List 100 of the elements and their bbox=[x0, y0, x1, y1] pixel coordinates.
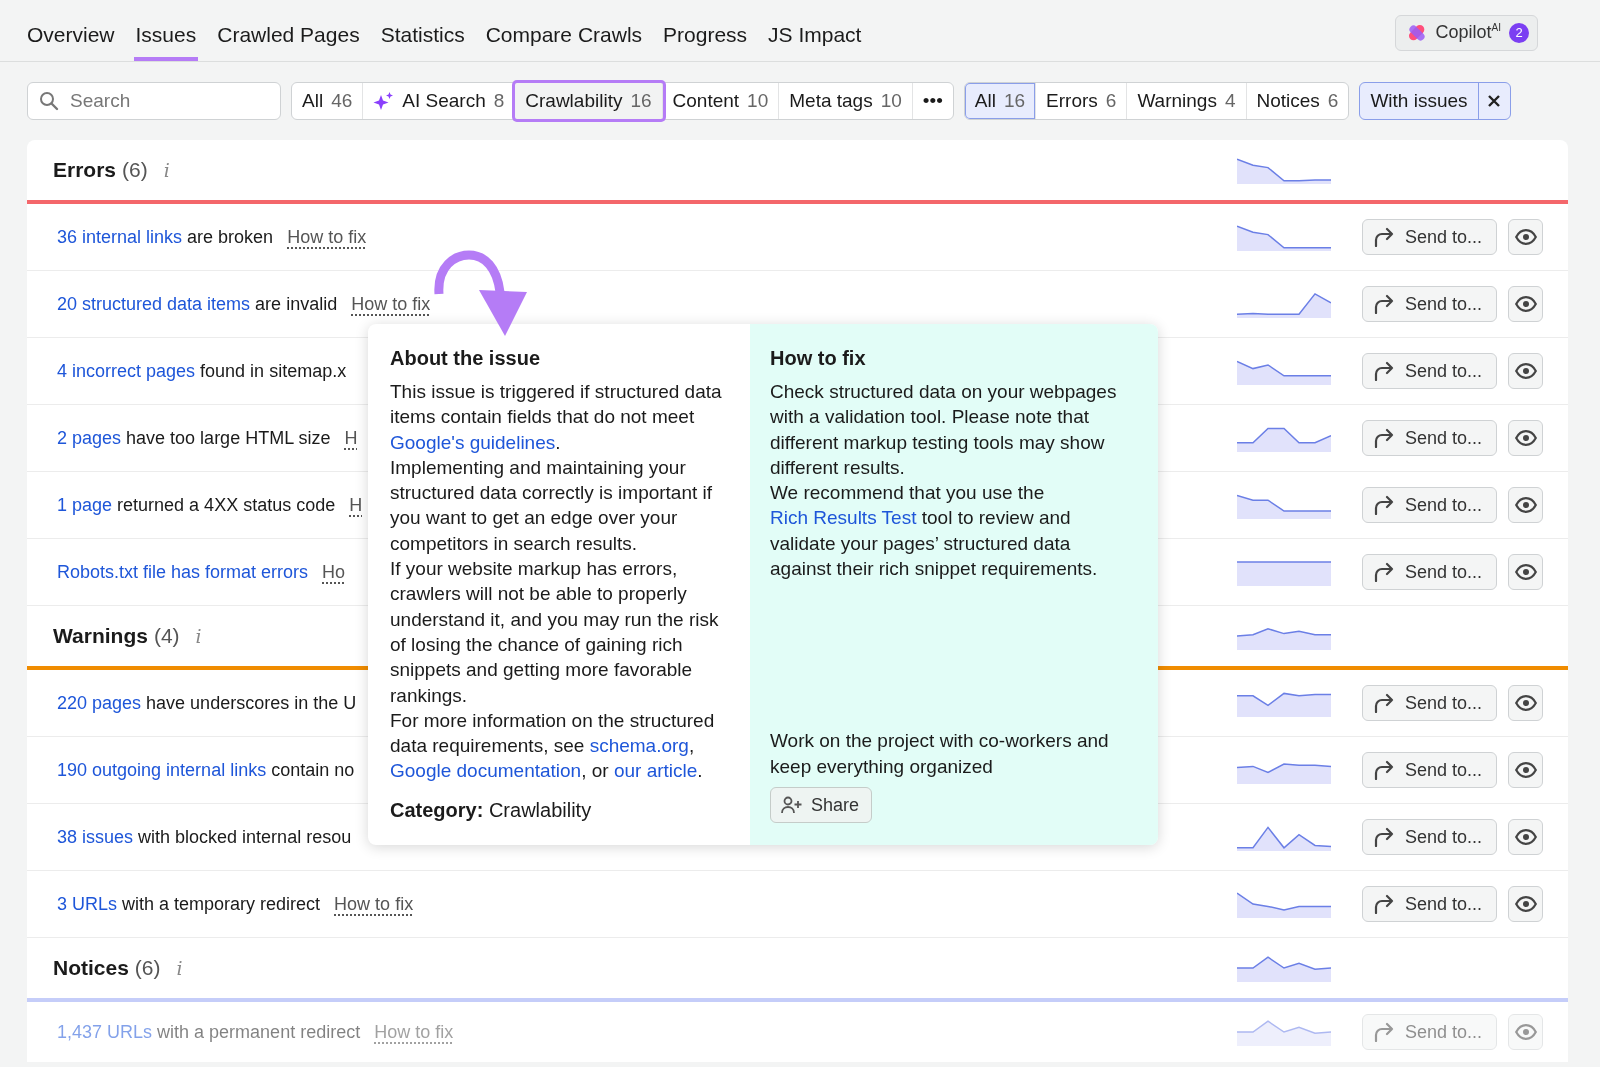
issue-count: (6) bbox=[122, 158, 148, 182]
issue-description: 220 pages have underscores in the U bbox=[57, 692, 357, 714]
issue-link[interactable]: 1 page bbox=[57, 494, 113, 515]
popover-link[interactable]: Google's guidelines bbox=[390, 431, 556, 453]
how-to-fix-link[interactable]: How to fix bbox=[351, 293, 431, 315]
info-icon[interactable]: i bbox=[163, 159, 170, 181]
issue-link[interactable]: Robots.txt file has format errors bbox=[57, 561, 309, 583]
severity-filter[interactable]: Warnings 4 bbox=[1127, 83, 1247, 119]
popover-link[interactable]: Rich Results Test bbox=[770, 507, 917, 529]
popover-heading: How to fix bbox=[770, 346, 867, 371]
nav-tab[interactable]: Compare Crawls bbox=[483, 23, 645, 61]
issue-link[interactable]: 4 incorrect pages bbox=[57, 360, 196, 381]
popover-link[interactable]: Google documentation bbox=[390, 760, 582, 782]
view-button[interactable] bbox=[1508, 353, 1543, 389]
category-filter[interactable]: Crawlability 16 bbox=[515, 83, 663, 119]
nav-tab[interactable]: Statistics bbox=[378, 23, 467, 61]
issue-link[interactable]: 190 outgoing internal links bbox=[57, 759, 267, 780]
eye-icon bbox=[1514, 296, 1537, 312]
popover-link[interactable]: our article bbox=[613, 760, 698, 782]
view-button[interactable] bbox=[1508, 819, 1543, 855]
popover-paragraph: If your website markup has errors, crawlers will not be able to properly understand it, and you may run the risk of losing the chance of gaining rich snippets and getting more favorable rankings. bbox=[390, 557, 720, 708]
view-button[interactable] bbox=[1508, 554, 1543, 590]
issue-description: 190 outgoing internal links contain no bbox=[57, 759, 355, 781]
popover-heading: About the issue bbox=[390, 346, 541, 371]
eye-icon bbox=[1514, 762, 1537, 778]
nav-tab[interactable]: JS Impact bbox=[766, 23, 864, 61]
share-arrow-icon bbox=[1373, 693, 1395, 713]
popover-paragraph: For more information on the structured data requirements, see schema.org, Google documentation, or our article. bbox=[390, 708, 716, 784]
send-to-button[interactable]: Send to... bbox=[1362, 886, 1497, 922]
eye-icon bbox=[1514, 497, 1537, 513]
send-to-button[interactable]: Send to... bbox=[1362, 752, 1497, 788]
share-arrow-icon bbox=[1373, 562, 1395, 582]
share-arrow-icon bbox=[1373, 894, 1395, 914]
send-to-button[interactable]: Send to... bbox=[1362, 554, 1497, 590]
how-to-fix-link[interactable]: H bbox=[349, 494, 363, 516]
issue-link[interactable]: 20 structured data items bbox=[57, 293, 251, 314]
section-title: Errors bbox=[53, 158, 117, 182]
eye-icon bbox=[1514, 363, 1537, 379]
section-title: Notices bbox=[53, 956, 129, 980]
send-to-button[interactable]: Send to... bbox=[1362, 420, 1497, 456]
share-button[interactable]: Share bbox=[770, 787, 873, 824]
issue-description: 2 pages have too large HTML size bbox=[57, 427, 331, 449]
add-person-icon bbox=[781, 796, 803, 815]
issue-link[interactable]: 3 URLs bbox=[57, 893, 118, 914]
issue-description: 4 incorrect pages found in sitemap.x bbox=[57, 360, 347, 382]
nav-tab[interactable]: Crawled Pages bbox=[215, 23, 362, 61]
view-button[interactable] bbox=[1508, 752, 1543, 788]
issue-link[interactable]: 36 internal links bbox=[57, 226, 183, 247]
share-arrow-icon bbox=[1373, 227, 1395, 247]
nav-tab[interactable]: Progress bbox=[661, 23, 750, 61]
issue-description: 3 URLs with a temporary redirect bbox=[57, 893, 321, 915]
copilot-button[interactable]: Copilot$^{AI}$ 2 bbox=[1394, 14, 1538, 51]
share-arrow-icon bbox=[1373, 294, 1395, 314]
share-arrow-icon bbox=[1373, 760, 1395, 780]
issue-link[interactable]: 2 pages bbox=[57, 427, 122, 448]
nav-tab[interactable]: Issues bbox=[133, 23, 199, 61]
eye-icon bbox=[1514, 430, 1537, 446]
send-to-button[interactable]: Send to... bbox=[1362, 685, 1497, 721]
send-to-button[interactable]: Send to... bbox=[1362, 353, 1497, 389]
how-to-fix-link[interactable]: H bbox=[344, 427, 358, 449]
more-button[interactable]: ••• bbox=[912, 83, 953, 119]
send-to-button[interactable]: Send to... bbox=[1362, 819, 1497, 855]
category-filter[interactable]: Meta tags 10 bbox=[779, 83, 913, 119]
issue-count: (6) bbox=[134, 956, 161, 980]
info-icon[interactable]: i bbox=[195, 625, 202, 647]
severity-filter[interactable]: All 16 bbox=[964, 83, 1037, 119]
send-to-button[interactable]: Send to... bbox=[1362, 286, 1497, 322]
how-to-fix-link[interactable]: How to fix bbox=[334, 893, 414, 915]
collaboration-text: Work on the project with co-workers and keep everything organized bbox=[770, 729, 1110, 779]
issue-link[interactable]: 220 pages bbox=[57, 692, 142, 713]
send-to-button[interactable]: Send to... bbox=[1362, 219, 1497, 255]
how-to-fix-link[interactable]: Ho bbox=[322, 561, 346, 583]
nav-tab[interactable]: Overview bbox=[25, 23, 117, 61]
issue-link[interactable]: 38 issues bbox=[57, 826, 134, 847]
eye-icon bbox=[1514, 829, 1537, 845]
view-button[interactable] bbox=[1508, 886, 1543, 922]
view-button[interactable] bbox=[1508, 286, 1543, 322]
send-to-button[interactable]: Send to... bbox=[1362, 487, 1497, 523]
share-arrow-icon bbox=[1373, 827, 1395, 847]
share-arrow-icon bbox=[1373, 361, 1395, 381]
view-button[interactable] bbox=[1508, 420, 1543, 456]
section-title: Warnings bbox=[53, 624, 148, 648]
category-filter[interactable]: All 46 bbox=[292, 83, 364, 119]
view-button[interactable] bbox=[1508, 219, 1543, 255]
share-arrow-icon bbox=[1373, 1022, 1395, 1042]
issue-description: 36 internal links are broken bbox=[57, 226, 274, 248]
info-icon[interactable]: i bbox=[176, 957, 183, 979]
search-field[interactable]: Search bbox=[27, 82, 281, 120]
issue-description: 20 structured data items are invalid bbox=[57, 293, 338, 315]
how-to-fix-link[interactable]: How to fix bbox=[287, 226, 367, 248]
category-value: Crawlability bbox=[488, 798, 592, 821]
issue-description: 1,437 URLs with a permanent redirect bbox=[57, 1021, 361, 1043]
category-filter[interactable]: Content 10 bbox=[662, 83, 780, 119]
eye-icon bbox=[1514, 229, 1537, 245]
issue-count: (4) bbox=[153, 624, 180, 648]
view-button[interactable] bbox=[1508, 685, 1543, 721]
severity-filter[interactable]: Notices 6 bbox=[1246, 83, 1349, 119]
severity-filter[interactable]: Errors 6 bbox=[1036, 83, 1128, 119]
view-button[interactable] bbox=[1508, 487, 1543, 523]
popover-link[interactable]: schema.org bbox=[589, 735, 689, 757]
